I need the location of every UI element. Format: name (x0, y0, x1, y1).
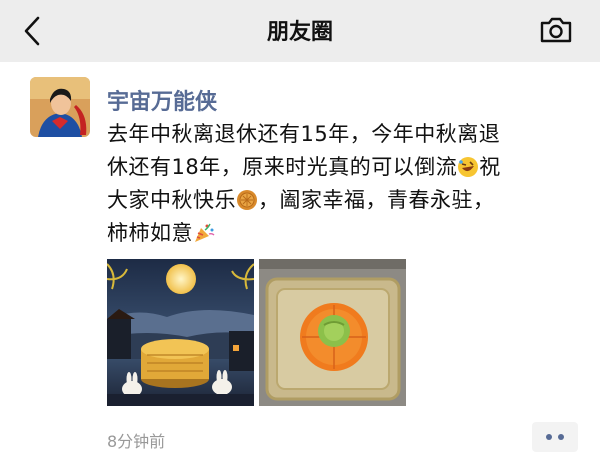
top-nav-bar: 朋友圈 (0, 0, 600, 62)
username-link[interactable]: 宇宙万能侠 (107, 84, 217, 116)
post-image-moon[interactable] (107, 259, 254, 406)
avatar[interactable] (30, 77, 90, 137)
dot-icon (546, 434, 552, 440)
post-text-line: 大家中秋快乐 ，阖家幸福，青春永驻， (107, 188, 495, 212)
moments-post: 宇宙万能侠 去年中秋离退休还有15年，今年中秋离退 休还有18年，原来时光真的可… (0, 62, 600, 462)
page-title: 朋友圈 (266, 20, 333, 45)
mooncake-emoji-icon (236, 188, 258, 210)
post-timestamp: 8分钟前 (107, 432, 166, 451)
post-text: 去年中秋离退休还有15年，今年中秋离退 休还有18年，原来时光真的可以倒流祝 大… (107, 118, 577, 250)
rofl-emoji-icon (457, 155, 479, 177)
post-text-line: 休还有18年，原来时光真的可以倒流祝 (107, 155, 501, 179)
camera-icon[interactable] (536, 12, 576, 48)
post-text-line: 柿柿如意 (107, 217, 577, 250)
party-popper-emoji-icon (193, 221, 215, 243)
post-image-persimmon-cake[interactable] (259, 259, 406, 406)
dot-icon (558, 434, 564, 440)
more-actions-button[interactable] (532, 422, 578, 452)
post-text-line: 去年中秋离退休还有15年，今年中秋离退 (107, 122, 501, 146)
